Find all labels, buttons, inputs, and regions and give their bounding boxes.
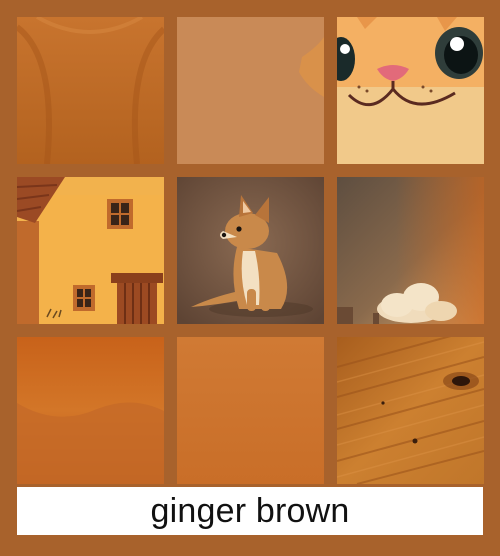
sitting-fox-cub-image — [177, 177, 324, 324]
flat-swatch-image — [177, 17, 324, 164]
gradient-wave-image — [17, 337, 164, 484]
tile-draped-fabric — [17, 17, 164, 164]
tile-cartoon-house — [17, 177, 164, 324]
color-caption-bar: ginger brown — [17, 487, 483, 535]
cartoon-cat-face-image — [337, 17, 484, 164]
cartoon-house-image — [17, 177, 164, 324]
gradient-swatch-image — [177, 337, 324, 484]
sepia-clouds-image — [337, 177, 484, 324]
tile-wood-grain — [337, 337, 484, 484]
tile-sitting-fox-cub — [177, 177, 324, 324]
color-name-label: ginger brown — [150, 492, 350, 530]
wood-grain-image — [337, 337, 484, 484]
swatch-board: ginger brown — [0, 0, 500, 556]
tile-sepia-clouds — [337, 177, 484, 324]
tile-cartoon-cat-face — [337, 17, 484, 164]
tile-flat-swatch — [177, 17, 324, 164]
tile-gradient-swatch — [177, 337, 324, 484]
draped-fabric-image — [17, 17, 164, 164]
tile-gradient-wave — [17, 337, 164, 484]
